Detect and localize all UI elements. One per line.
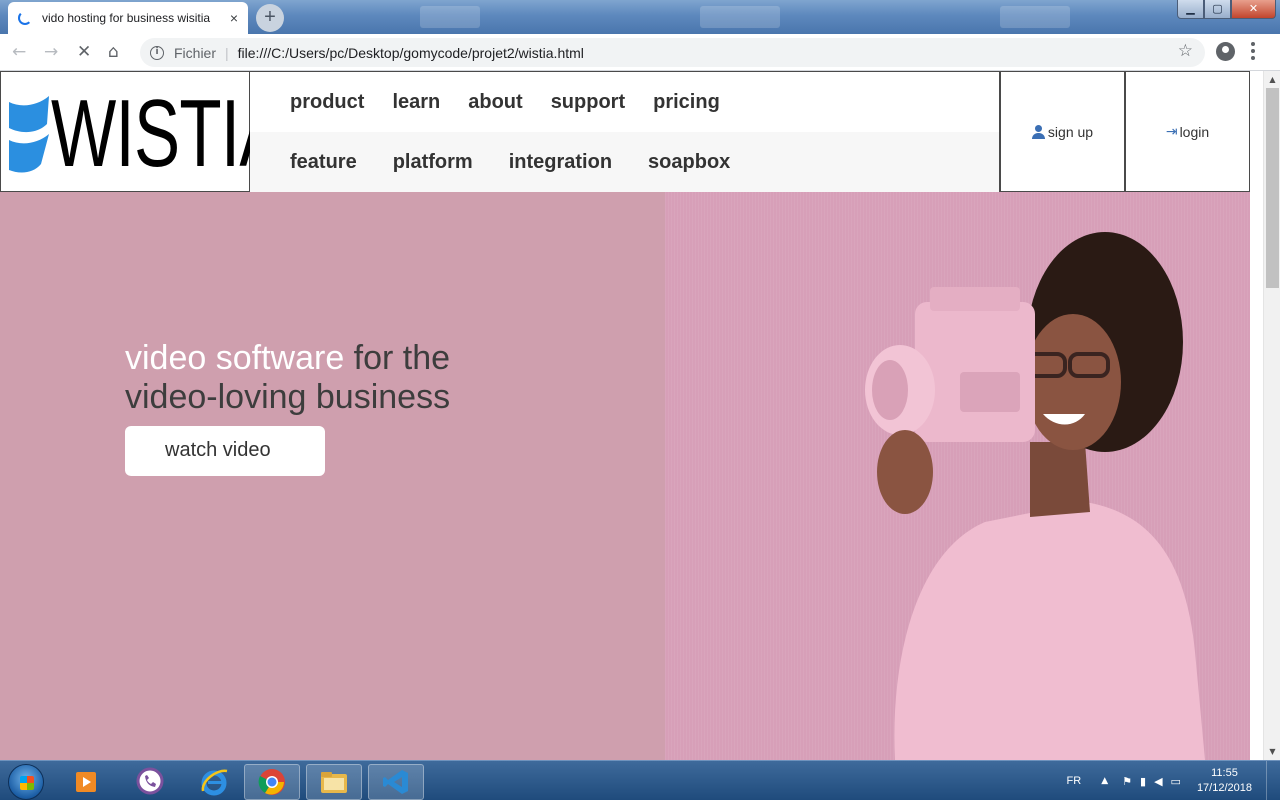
forward-arrow-icon[interactable]: → [44,42,58,62]
hero-section: video software for the video-loving busi… [0,192,1250,760]
scroll-down-arrow-icon[interactable]: ▼ [1264,743,1280,760]
omnibox-separator: | [225,44,229,61]
url-text[interactable]: file:///C:/Users/pc/Desktop/gomycode/pro… [238,45,584,61]
hero-title: video software for the video-loving busi… [125,339,450,417]
hero-title-line2: video-loving business [125,378,451,416]
home-icon[interactable]: ⌂ [108,42,119,62]
taskbar-media-player[interactable] [58,764,114,800]
login-button[interactable]: ⇥ login [1125,71,1250,192]
login-label: login [1179,123,1210,140]
browser-toolbar: ← → ✕ ⌂ i Fichier | file:///C:/Users/pc/… [0,34,1280,71]
nav-link-soapbox[interactable]: soapbox [648,151,730,174]
taskbar-chrome[interactable] [244,764,300,800]
hero-photo [665,192,1250,760]
media-player-icon [76,772,96,792]
vscode-icon [383,770,408,794]
bookmark-star-icon[interactable]: ☆ [1178,41,1193,61]
browser-titlebar: vido hosting for business wisitia × + ▁ … [0,0,1280,34]
scheme-label: Fichier [174,44,217,61]
taskbar-file-explorer[interactable] [306,764,362,800]
window-controls: ▁ ▢ ✕ [1177,0,1276,19]
close-window-button[interactable]: ✕ [1231,0,1276,19]
language-indicator[interactable]: FR [1067,775,1082,787]
show-desktop-button[interactable] [1266,761,1280,800]
taskbar-viber[interactable] [122,764,178,800]
show-hidden-icons-icon[interactable]: ▲ [1101,776,1108,786]
info-icon[interactable]: i [150,45,164,60]
hero-title-line1-rest: for the [344,339,451,377]
nav-link-learn[interactable]: learn [392,91,440,114]
internet-explorer-icon [201,769,228,796]
stop-loading-icon[interactable]: ✕ [77,42,91,62]
clock-date: 17/12/2018 [1196,782,1252,794]
action-center-icon[interactable]: ⚑ [1122,775,1132,788]
taskbar-internet-explorer[interactable] [186,764,242,800]
nav-link-about[interactable]: about [468,91,522,114]
nav-link-platform[interactable]: platform [393,151,473,174]
system-clock[interactable]: 11:55 17/12/2018 [1197,766,1252,796]
watch-video-button[interactable]: watch video [125,426,325,476]
main-nav: product learn about support pricing feat… [250,71,1000,192]
volume-icon[interactable]: ◀ [1154,775,1162,788]
tab-title: vido hosting for business wisitia [42,11,211,25]
loading-spinner-icon [18,11,32,25]
hero-title-highlight: video software [125,339,345,377]
browser-menu-icon[interactable] [1251,42,1255,60]
network-icon[interactable]: ▮ [1140,775,1146,788]
browser-tab[interactable]: vido hosting for business wisitia × [8,2,248,34]
start-button[interactable] [8,764,44,800]
chrome-icon [258,769,285,795]
signup-label: sign up [1047,123,1094,140]
viber-icon [136,767,164,795]
nav-link-support[interactable]: support [551,91,625,114]
folder-icon [321,772,347,793]
power-icon[interactable]: ▭ [1171,775,1181,788]
nav-row-primary: product learn about support pricing [250,72,999,132]
nav-row-secondary: feature platform integration soapbox [250,132,999,192]
wistia-logo-icon [9,96,49,173]
address-bar[interactable]: i Fichier | file:///C:/Users/pc/Desktop/… [140,38,1205,67]
windows-taskbar: FR ▲ ⚑ ▮ ◀ ▭ 11:55 17/12/2018 [0,760,1280,800]
nav-link-integration[interactable]: integration [509,151,612,174]
scrollbar-thumb[interactable] [1266,88,1279,288]
nav-link-feature[interactable]: feature [290,151,357,174]
minimize-button[interactable]: ▁ [1177,0,1204,19]
nav-link-product[interactable]: product [290,91,364,114]
nav-link-pricing[interactable]: pricing [653,91,720,114]
clock-time: 11:55 [1211,767,1238,779]
logo[interactable]: WISTIA [0,71,285,192]
taskbar-vscode[interactable] [368,764,424,800]
page-viewport: WISTIA product learn about support prici… [0,71,1263,760]
back-arrow-icon[interactable]: ← [12,42,26,62]
woman-with-camera-illustration [865,232,1205,760]
signup-button[interactable]: sign up [1000,71,1125,192]
maximize-button[interactable]: ▢ [1204,0,1231,19]
profile-icon[interactable] [1216,42,1235,61]
system-tray: FR ▲ ⚑ ▮ ◀ ▭ 11:55 17/12/2018 [1067,761,1280,800]
page-scrollbar[interactable]: ▲ ▼ [1263,71,1280,760]
user-icon [1031,124,1045,139]
site-header: WISTIA product learn about support prici… [0,71,1250,192]
new-tab-button[interactable]: + [256,4,284,32]
tab-close-icon[interactable]: × [230,10,238,26]
scroll-up-arrow-icon[interactable]: ▲ [1264,71,1280,88]
login-icon: ⇥ [1165,123,1178,140]
